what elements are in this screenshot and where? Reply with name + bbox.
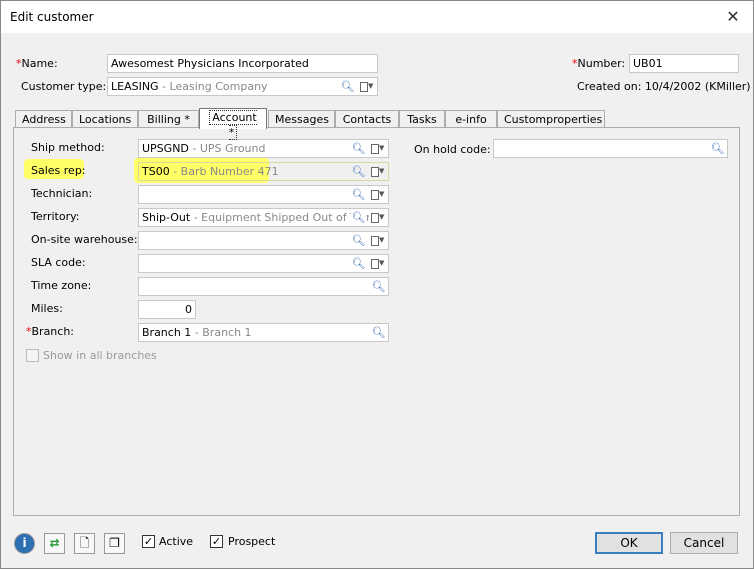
search-icon[interactable]: 🔍︎ bbox=[351, 256, 366, 271]
tab-locations[interactable]: Locations bbox=[72, 110, 138, 128]
number-field[interactable]: UB01 bbox=[629, 54, 739, 73]
on-hold-code-field[interactable]: 🔍︎ bbox=[493, 139, 728, 158]
tab-messages[interactable]: Messages bbox=[268, 110, 335, 128]
search-icon[interactable]: 🔍︎ bbox=[710, 141, 725, 156]
branch-label: *Branch: bbox=[26, 325, 75, 338]
ship-method-label: Ship method: bbox=[31, 141, 105, 154]
document-menu-icon[interactable]: ▼ bbox=[369, 141, 387, 156]
search-icon[interactable]: 🔍︎ bbox=[351, 141, 366, 156]
territory-field[interactable]: Ship-Out - Equipment Shipped Out of Terr… bbox=[138, 208, 389, 227]
tab-billing[interactable]: Billing * bbox=[138, 110, 199, 128]
on-hold-code-label: On hold code: bbox=[414, 143, 491, 156]
search-icon[interactable]: 🔍︎ bbox=[340, 79, 355, 94]
prospect-checkbox[interactable]: ✓ bbox=[210, 535, 223, 548]
search-icon[interactable]: 🔍︎ bbox=[371, 279, 386, 294]
tab-customproperties[interactable]: Customproperties bbox=[497, 110, 605, 128]
onsite-warehouse-label: On-site warehouse: bbox=[31, 233, 138, 246]
document-menu-icon[interactable]: ▼ bbox=[369, 256, 387, 271]
tab-tasks[interactable]: Tasks bbox=[399, 110, 445, 128]
tab-e-info[interactable]: e-info bbox=[445, 110, 497, 128]
miles-field[interactable]: 0 bbox=[138, 300, 196, 319]
sla-code-field[interactable]: 🔍︎ ▼ bbox=[138, 254, 389, 273]
search-icon[interactable]: 🔍︎ bbox=[351, 210, 366, 225]
onsite-warehouse-field[interactable]: 🔍︎ ▼ bbox=[138, 231, 389, 250]
ok-button[interactable]: OK bbox=[595, 532, 663, 554]
technician-field[interactable]: 🔍︎ ▼ bbox=[138, 185, 389, 204]
document-menu-icon[interactable]: ▼ bbox=[369, 187, 387, 202]
created-on-text: Created on: 10/4/2002 (KMiller) bbox=[577, 80, 751, 93]
tab-contacts[interactable]: Contacts bbox=[335, 110, 399, 128]
active-checkbox[interactable]: ✓ bbox=[142, 535, 155, 548]
document-icon[interactable]: 🗋︎ bbox=[74, 533, 95, 554]
customer-type-label: Customer type: bbox=[21, 80, 107, 93]
prospect-label: Prospect bbox=[228, 535, 276, 548]
sla-code-label: SLA code: bbox=[31, 256, 86, 269]
document-menu-icon[interactable]: ▼ bbox=[358, 79, 376, 94]
name-field[interactable]: Awesomest Physicians Incorporated bbox=[107, 54, 378, 73]
sales-rep-field[interactable]: TS00 - Barb Number 471 🔍︎ ▼ bbox=[138, 162, 389, 181]
window-title: Edit customer bbox=[10, 10, 94, 24]
search-icon[interactable]: 🔍︎ bbox=[351, 187, 366, 202]
info-icon[interactable]: i bbox=[14, 533, 35, 554]
number-label: *Number: bbox=[572, 57, 626, 70]
time-zone-field[interactable]: 🔍︎ bbox=[138, 277, 389, 296]
search-icon[interactable]: 🔍︎ bbox=[371, 325, 386, 340]
tab-address[interactable]: Address bbox=[15, 110, 72, 128]
document-menu-icon[interactable]: ▼ bbox=[369, 233, 387, 248]
sales-rep-label: Sales rep: bbox=[31, 164, 86, 177]
search-icon[interactable]: 🔍︎ bbox=[351, 164, 366, 179]
show-all-branches-label: Show in all branches bbox=[43, 349, 157, 362]
ship-method-field[interactable]: UPSGND - UPS Ground 🔍︎ ▼ bbox=[138, 139, 389, 158]
tab-account[interactable]: Account * bbox=[199, 108, 267, 140]
name-label: *Name: bbox=[16, 57, 58, 70]
technician-label: Technician: bbox=[31, 187, 93, 200]
search-icon[interactable]: 🔍︎ bbox=[351, 233, 366, 248]
copy-documents-icon[interactable]: ❐ bbox=[104, 533, 125, 554]
miles-label: Miles: bbox=[31, 302, 63, 315]
customer-type-field[interactable]: LEASING - Leasing Company 🔍︎ ▼ bbox=[107, 77, 378, 96]
close-icon[interactable]: ✕ bbox=[721, 5, 745, 29]
cancel-button[interactable]: Cancel bbox=[670, 532, 738, 554]
document-menu-icon[interactable]: ▼ bbox=[369, 164, 387, 179]
document-menu-icon[interactable]: ▼ bbox=[369, 210, 387, 225]
swap-arrows-icon[interactable]: ⇄ bbox=[44, 533, 65, 554]
show-all-branches-checkbox[interactable] bbox=[26, 349, 39, 362]
branch-field[interactable]: Branch 1 - Branch 1 🔍︎ bbox=[138, 323, 389, 342]
territory-label: Territory: bbox=[31, 210, 80, 223]
active-label: Active bbox=[159, 535, 194, 548]
time-zone-label: Time zone: bbox=[31, 279, 92, 292]
title-bar: Edit customer ✕ bbox=[1, 1, 753, 33]
edit-customer-dialog: Edit customer ✕ *Name: Awesomest Physici… bbox=[0, 0, 754, 569]
